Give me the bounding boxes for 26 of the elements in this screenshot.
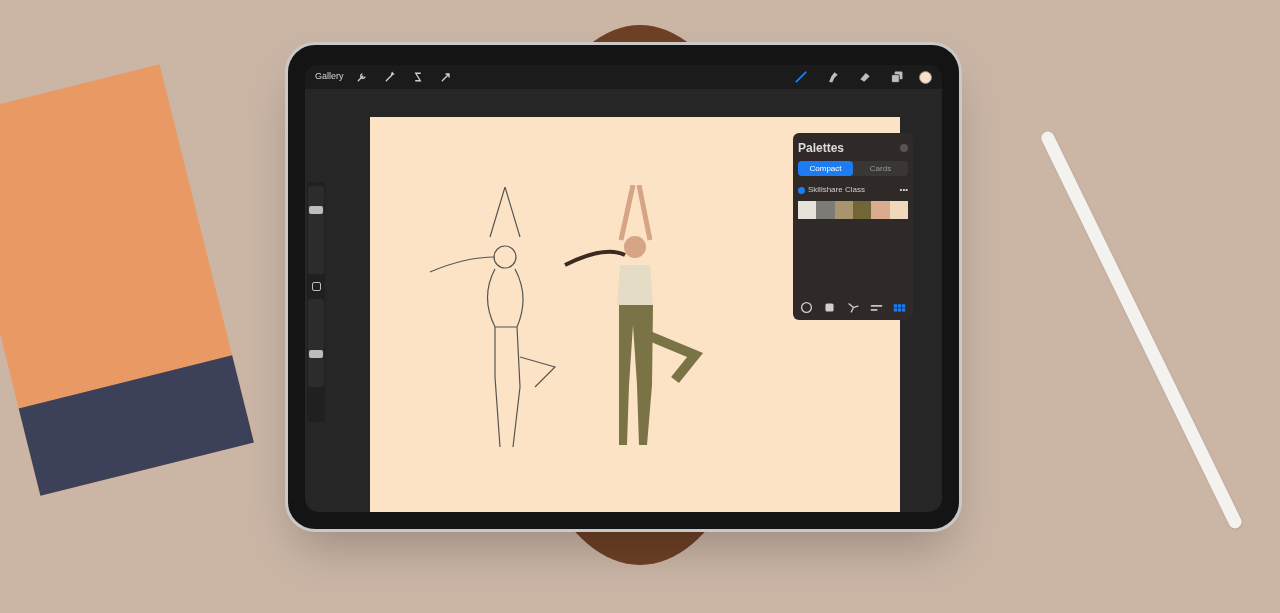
vertical-slider[interactable]: [308, 299, 324, 387]
wrench-icon[interactable]: [355, 71, 368, 83]
modify-button[interactable]: [311, 282, 321, 291]
brush-tool-icon[interactable]: [794, 70, 808, 84]
smudge-tool-icon[interactable]: [826, 70, 840, 84]
harmony-mode-icon[interactable]: [846, 300, 860, 314]
disc-mode-icon[interactable]: [800, 300, 813, 314]
gallery-button[interactable]: Gallery: [315, 70, 344, 84]
color-swatch[interactable]: [798, 201, 817, 219]
layers-tool-icon[interactable]: [890, 70, 904, 84]
slider-thumb[interactable]: [309, 205, 323, 214]
slider-thumb[interactable]: [309, 349, 323, 358]
panel-title: Palettes: [798, 140, 845, 157]
wand-icon[interactable]: [383, 71, 396, 83]
palette-name: Skillshare Class: [808, 184, 865, 196]
color-swatch[interactable]: [919, 70, 932, 84]
color-swatch[interactable]: [871, 201, 890, 219]
classic-mode-icon[interactable]: [823, 300, 837, 314]
transform-icon[interactable]: [439, 71, 452, 83]
palette-view-tab[interactable]: Compact: [798, 161, 853, 176]
more-options-button[interactable]: •••: [899, 184, 908, 196]
default-palette-checkbox[interactable]: [798, 186, 805, 194]
palette-view-tab[interactable]: Cards: [853, 161, 908, 176]
eraser-tool-icon[interactable]: [858, 70, 872, 84]
color-swatch[interactable]: [816, 201, 835, 219]
vertical-slider[interactable]: [308, 186, 324, 274]
